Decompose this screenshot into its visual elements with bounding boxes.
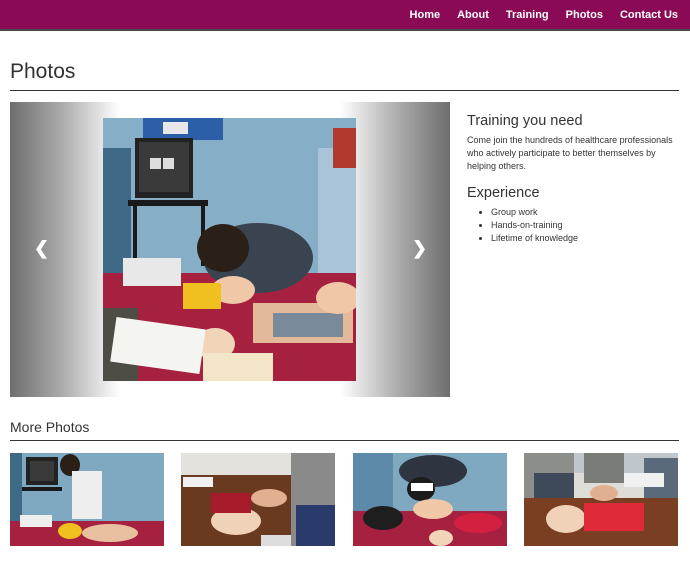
thumbnail-3[interactable] — [353, 453, 507, 546]
photo-carousel[interactable]: ❮ ❯ — [10, 102, 450, 397]
carousel-slide-image — [103, 118, 356, 381]
more-photos-title: More Photos — [10, 419, 90, 435]
cpr-training-photo — [103, 118, 356, 381]
top-navbar: Home About Training Photos Contact Us — [0, 0, 690, 31]
chevron-left-icon[interactable]: ❮ — [34, 238, 49, 259]
experience-heading: Experience — [467, 185, 540, 201]
more-photos-divider — [10, 440, 679, 441]
thumbnail-image — [524, 453, 678, 546]
thumbnail-image — [353, 453, 507, 546]
chevron-right-icon[interactable]: ❯ — [412, 238, 427, 259]
nav-link-home[interactable]: Home — [410, 9, 441, 21]
page-title: Photos — [10, 60, 76, 83]
experience-item: Hands-on-training — [491, 219, 679, 232]
nav-links: Home About Training Photos Contact Us — [393, 0, 678, 29]
thumbnail-4[interactable] — [524, 453, 678, 546]
nav-link-about[interactable]: About — [457, 9, 489, 21]
training-description: Come join the hundreds of healthcare pro… — [467, 135, 673, 171]
nav-link-contact[interactable]: Contact Us — [620, 9, 678, 21]
thumbnail-2[interactable] — [181, 453, 335, 546]
training-heading: Training you need — [467, 113, 583, 129]
experience-item: Lifetime of knowledge — [491, 232, 679, 245]
nav-link-photos[interactable]: Photos — [566, 9, 603, 21]
carousel-right-shade[interactable] — [340, 102, 450, 397]
experience-item: Group work — [491, 206, 679, 219]
thumbnail-image — [181, 453, 335, 546]
thumbnail-image — [10, 453, 164, 546]
training-info-panel: Training you need Come join the hundreds… — [467, 113, 679, 245]
nav-link-training[interactable]: Training — [506, 9, 549, 21]
experience-list: Group work Hands-on-training Lifetime of… — [491, 206, 679, 245]
thumbnail-1[interactable] — [10, 453, 164, 546]
title-divider — [10, 90, 679, 91]
